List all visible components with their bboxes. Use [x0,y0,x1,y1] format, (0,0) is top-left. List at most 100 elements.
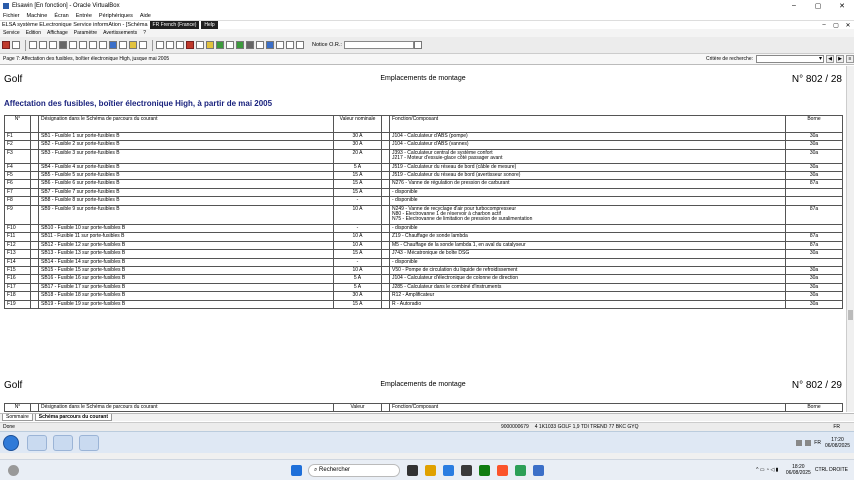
nav-prev-icon[interactable] [79,41,87,49]
row-spacer [30,140,39,150]
windows-start-icon[interactable] [291,464,302,476]
stop-icon[interactable] [186,41,194,49]
refresh-icon[interactable] [119,41,127,49]
minimize-button[interactable]: – [782,2,806,10]
tab-schema-parcours[interactable]: Schéma parcours du courant [34,414,112,421]
elsa-minimize-button[interactable]: – [818,22,830,29]
warning-icon[interactable] [206,41,214,49]
windows-clock[interactable]: 18:20 06/08/2025 [786,464,811,476]
help-indicator[interactable]: Help [201,21,218,29]
menu-service[interactable]: Service [3,30,20,36]
menu-avertissements[interactable]: Avertissements [103,30,137,36]
store-icon[interactable] [443,464,454,476]
folder-icon[interactable] [53,434,73,451]
fuse-designation: SB2 - Fusible 2 sur porte-fusibles B [38,140,334,150]
truck-icon[interactable] [246,41,254,49]
fuse-function: N249 - Vanne de recyclage d'air pour tur… [389,204,786,225]
search-prev-icon[interactable]: ◀ [826,55,834,63]
widgets-icon[interactable] [8,464,19,476]
maximize-button[interactable]: ▢ [806,2,830,10]
brave-icon[interactable] [497,464,508,476]
file-explorer-icon[interactable] [425,464,436,476]
bolt-icon[interactable] [216,41,224,49]
book-icon[interactable] [156,41,164,49]
vm-clock[interactable]: 17:20 06/08/2025 [825,437,850,449]
info-icon[interactable] [139,41,147,49]
tray-icon[interactable] [805,439,812,446]
menu-entree[interactable]: Entrée [76,13,92,19]
menu-machine[interactable]: Machine [27,13,48,19]
menu-peripheriques[interactable]: Périphériques [99,13,133,19]
cart-icon[interactable] [256,41,264,49]
new-icon[interactable] [29,41,37,49]
menu-aide[interactable]: Aide [140,13,151,19]
vehicle-icon[interactable] [236,41,244,49]
row-spacer [30,223,39,234]
gear-icon[interactable] [226,41,234,49]
fuse-value: 5 A [333,282,382,293]
search-next-icon[interactable]: ▶ [836,55,844,63]
search-criteria-select[interactable] [756,55,824,63]
nav-first-icon[interactable] [69,41,77,49]
settings-icon[interactable] [296,41,304,49]
question-icon[interactable] [129,41,137,49]
menu-affichage[interactable]: Affichage [47,30,68,36]
fuse-number: F19 [4,299,31,309]
nav-next-icon[interactable] [89,41,97,49]
tab-sommaire[interactable]: Sommaire [2,414,33,421]
app-icon[interactable] [515,464,526,476]
vm-lang[interactable]: FR [814,440,821,446]
start-orb-icon[interactable] [3,434,19,451]
elsa-close-button[interactable]: ✕ [842,22,854,29]
table-header-row: N° Désignation dans le Schéma de parcour… [4,402,843,412]
col-header-no: N° [4,115,31,133]
image-icon[interactable] [196,41,204,49]
ie-icon[interactable] [27,434,47,451]
notes-icon[interactable] [286,41,294,49]
database-icon[interactable] [266,41,274,49]
tray-icon[interactable] [796,439,803,446]
manual-icon[interactable] [166,41,174,49]
car-icon[interactable] [59,41,67,49]
table-row: F4 SB4 - Fusible 4 sur porte-fusibles B5 … [4,162,843,173]
battery-icon[interactable]: ▮ [776,467,780,473]
menu-edition[interactable]: Edition [26,30,41,36]
menu-ecran[interactable]: Écran [54,13,68,19]
document-icon[interactable] [49,41,57,49]
edit-icon[interactable] [39,41,47,49]
menu-help[interactable]: ? [143,30,146,36]
fuse-value: 10 A [333,265,382,276]
fuse-designation: SB5 - Fusible 5 sur porte-fusibles B [38,171,334,181]
row-spacer [30,249,39,259]
fuse-borne: 87a [785,240,843,251]
search-criteria: Critère de recherche: ◀ ▶ ≡ [706,55,854,63]
return-icon[interactable] [109,41,117,49]
scrollbar-thumb[interactable] [848,310,853,320]
print-icon[interactable] [12,41,20,49]
terminal-icon[interactable] [461,464,472,476]
search-list-icon[interactable]: ≡ [846,55,854,63]
menu-parametre[interactable]: Paramètre [74,30,97,36]
elsa-maximize-button[interactable]: ▢ [830,22,842,29]
taskbar-search[interactable]: ⌕ Rechercher [308,463,400,477]
elsa-app-icon[interactable] [79,434,99,451]
vertical-scrollbar[interactable] [846,66,854,412]
close-button[interactable]: ✕ [830,2,854,10]
fuse-function: - disponible [389,223,786,234]
fuse-function: - disponible [389,187,786,198]
exit-icon[interactable] [2,41,10,49]
ordre-go-icon[interactable] [413,41,422,49]
task-view-icon[interactable] [407,464,418,476]
nav-last-icon[interactable] [99,41,107,49]
menu-fichier[interactable]: Fichier [3,13,20,19]
table-header-row: N° Désignation dans le Schéma de parcour… [4,115,843,133]
row-spacer [30,187,39,198]
xbox-icon[interactable] [479,464,490,476]
language-indicator[interactable]: FR French (France) [149,21,200,29]
page-indicator: Page 7: Affectation des fusibles, boîtie… [3,56,170,62]
list-icon[interactable] [176,41,184,49]
ordre-input[interactable] [343,41,414,49]
row-spacer [30,257,39,267]
copy-icon[interactable] [276,41,284,49]
virtualbox-taskbar-icon[interactable] [533,464,544,476]
